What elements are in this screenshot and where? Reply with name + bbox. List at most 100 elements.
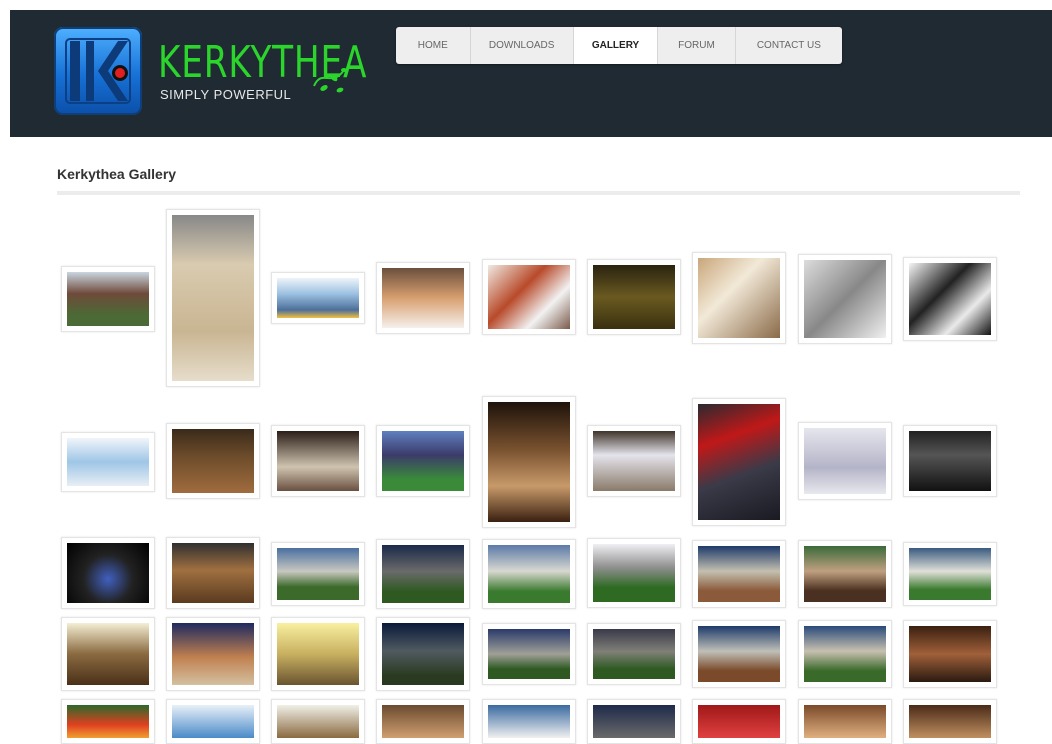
thumbnail-image (593, 705, 675, 738)
gallery-thumbnail[interactable] (166, 209, 260, 387)
gallery-thumbnail[interactable] (587, 538, 681, 608)
thumbnail-image (67, 272, 149, 326)
thumbnail-image (593, 265, 675, 329)
thumbnail-image (804, 705, 886, 738)
gallery-thumbnail[interactable] (61, 699, 155, 744)
thumbnail-image (67, 623, 149, 685)
gallery-thumbnail[interactable] (903, 425, 997, 497)
thumbnail-image (382, 268, 464, 328)
thumbnail-image (172, 215, 254, 381)
gallery-thumbnail[interactable] (692, 398, 786, 526)
thumbnail-image (909, 263, 991, 335)
thumbnail-image (593, 629, 675, 679)
thumbnail-image (488, 265, 570, 329)
thumbnail-image (698, 258, 780, 338)
thumbnail-image (488, 705, 570, 738)
gallery-thumbnail[interactable] (482, 539, 576, 609)
gallery-thumbnail[interactable] (692, 699, 786, 744)
nav-home[interactable]: HOME (396, 27, 471, 64)
gallery-thumbnail[interactable] (61, 432, 155, 492)
thumbnail-image (804, 260, 886, 338)
gallery-thumbnail[interactable] (166, 699, 260, 744)
gallery-thumbnail[interactable] (798, 620, 892, 688)
gallery-thumbnail[interactable] (587, 259, 681, 335)
thumbnail-image (172, 429, 254, 493)
nav-gallery[interactable]: GALLERY (573, 27, 659, 64)
gallery-thumbnail[interactable] (61, 537, 155, 609)
thumbnail-image (909, 431, 991, 491)
thumbnail-image (67, 705, 149, 738)
gallery-thumbnail[interactable] (376, 262, 470, 334)
thumbnail-image (488, 402, 570, 522)
gallery-thumbnail[interactable] (482, 699, 576, 744)
thumbnail-image (593, 544, 675, 602)
gallery-thumbnail[interactable] (798, 254, 892, 344)
gallery-thumbnail[interactable] (903, 620, 997, 688)
vine-leaf-icon (313, 68, 347, 93)
gallery-thumbnail[interactable] (903, 542, 997, 606)
thumbnail-image (382, 431, 464, 491)
thumbnail-image (277, 623, 359, 685)
thumbnail-image (488, 545, 570, 603)
gallery-thumbnail[interactable] (376, 425, 470, 497)
thumbnail-image (909, 548, 991, 600)
thumbnail-image (277, 705, 359, 738)
thumbnail-image (277, 278, 359, 318)
thumbnail-image (382, 545, 464, 603)
brand-tagline: SIMPLY POWERFUL (160, 87, 292, 102)
gallery-thumbnail[interactable] (376, 539, 470, 609)
thumbnail-image (382, 705, 464, 738)
gallery-thumbnail[interactable] (271, 617, 365, 691)
thumbnail-image (67, 543, 149, 603)
gallery-thumbnail[interactable] (271, 542, 365, 606)
gallery-thumbnail[interactable] (61, 266, 155, 332)
gallery-thumbnail[interactable] (903, 699, 997, 744)
main-nav: HOME DOWNLOADS GALLERY FORUM CONTACT US (396, 27, 842, 64)
page-title: Kerkythea Gallery (57, 166, 177, 182)
gallery-thumbnail[interactable] (166, 617, 260, 691)
gallery-thumbnail[interactable] (482, 259, 576, 335)
gallery-thumbnail[interactable] (798, 699, 892, 744)
gallery-thumbnail[interactable] (61, 617, 155, 691)
gallery-thumbnail[interactable] (482, 396, 576, 528)
thumbnail-image (804, 626, 886, 682)
thumbnail-image (277, 548, 359, 600)
thumbnail-image (909, 626, 991, 682)
gallery-thumbnail[interactable] (166, 537, 260, 609)
nav-forum[interactable]: FORUM (658, 27, 736, 64)
gallery-thumbnail[interactable] (798, 540, 892, 608)
gallery-thumbnail[interactable] (166, 423, 260, 499)
gallery-thumbnail[interactable] (271, 425, 365, 497)
title-divider (57, 191, 1020, 195)
thumbnail-image (909, 705, 991, 738)
thumbnail-image (804, 546, 886, 602)
thumbnail-image (488, 629, 570, 679)
gallery-thumbnail[interactable] (482, 623, 576, 685)
thumbnail-image (172, 705, 254, 738)
gallery-thumbnail[interactable] (903, 257, 997, 341)
thumbnail-image (804, 428, 886, 494)
gallery-thumbnail[interactable] (798, 422, 892, 500)
gallery-thumbnail[interactable] (692, 620, 786, 688)
nav-downloads[interactable]: DOWNLOADS (471, 27, 574, 64)
thumbnail-image (277, 431, 359, 491)
gallery-thumbnail[interactable] (271, 272, 365, 324)
thumbnail-image (382, 623, 464, 685)
thumbnail-image (698, 626, 780, 682)
gallery-thumbnail[interactable] (271, 699, 365, 744)
thumbnail-image (698, 404, 780, 520)
gallery-thumbnail[interactable] (692, 252, 786, 344)
thumbnail-image (172, 623, 254, 685)
thumbnail-image (593, 431, 675, 491)
gallery-thumbnail[interactable] (692, 540, 786, 608)
gallery-thumbnail[interactable] (587, 425, 681, 497)
gallery-thumbnail[interactable] (587, 623, 681, 685)
kerkythea-logo-icon[interactable] (54, 27, 142, 115)
gallery-thumbnail[interactable] (376, 699, 470, 744)
thumbnail-image (67, 438, 149, 486)
gallery-thumbnail[interactable] (376, 617, 470, 691)
thumbnail-image (698, 546, 780, 602)
gallery-thumbnail[interactable] (587, 699, 681, 744)
thumbnail-image (172, 543, 254, 603)
nav-contact-us[interactable]: CONTACT US (736, 27, 842, 64)
